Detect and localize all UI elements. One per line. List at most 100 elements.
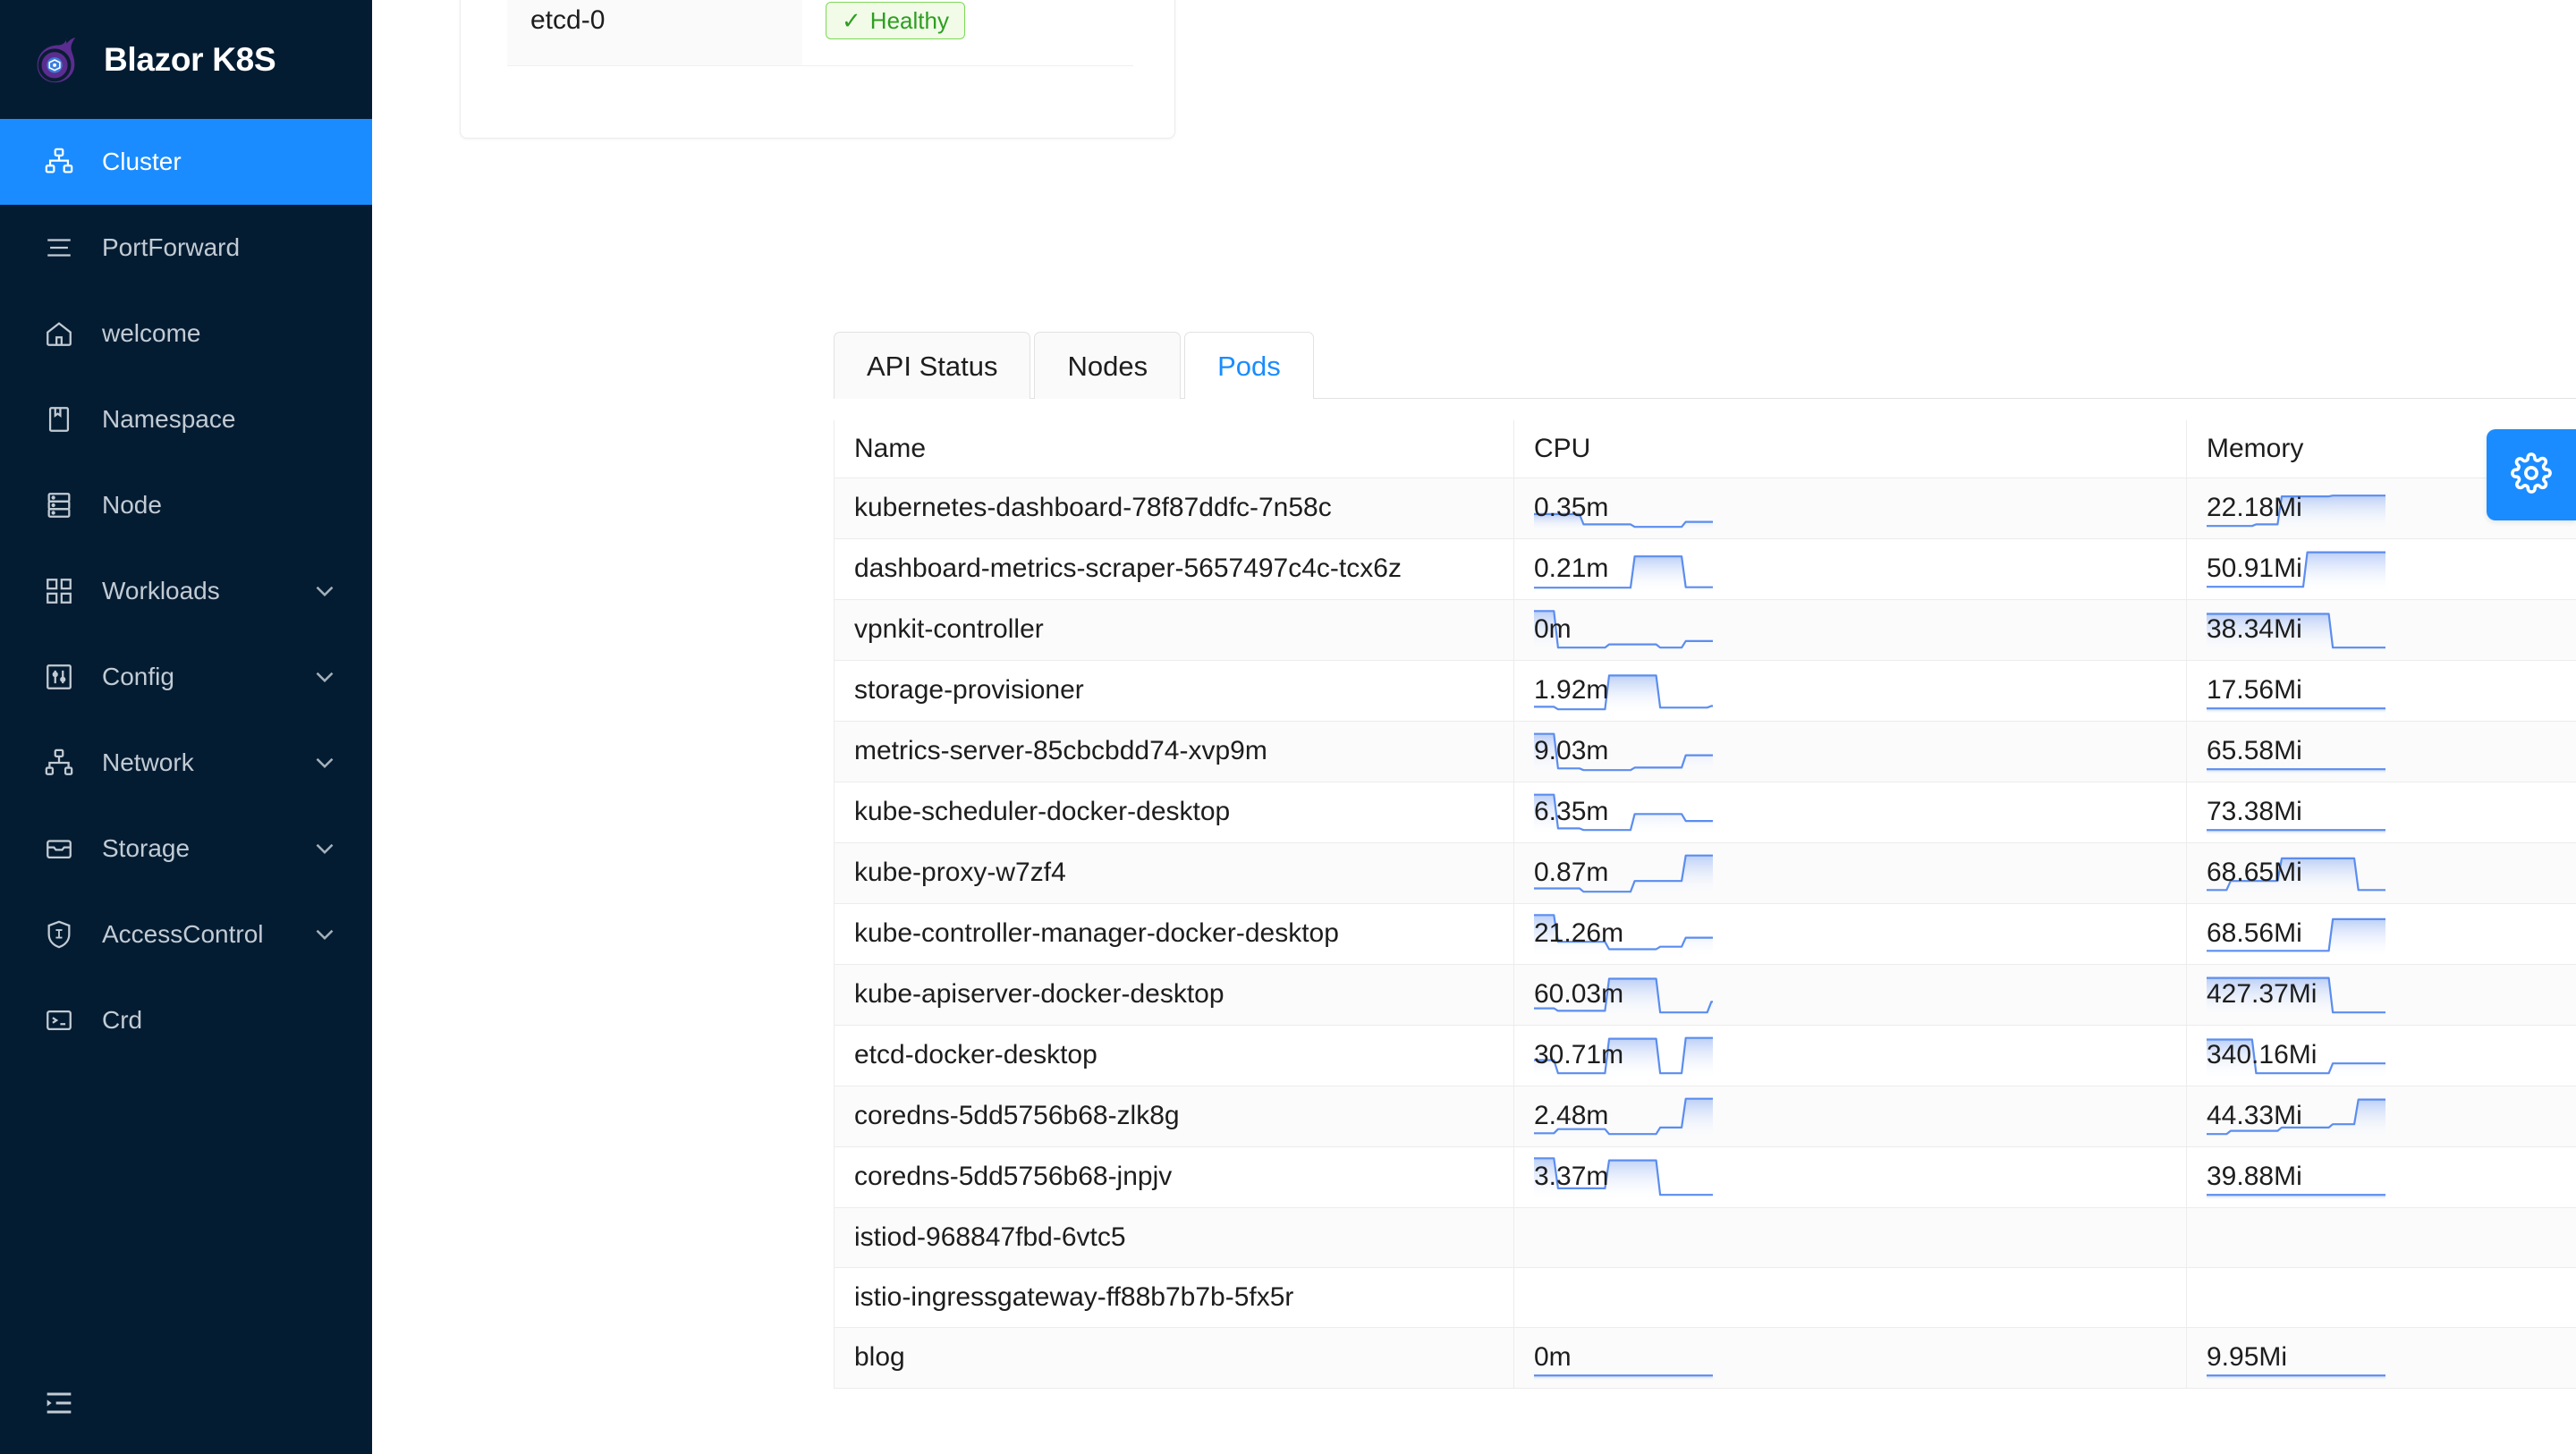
pods-table-head: Name CPU Memory (835, 420, 2576, 478)
pod-name-cell: blog (835, 1327, 1514, 1388)
metric-cell: 39.88Mi (2207, 1147, 2576, 1207)
table-row[interactable]: kubernetes-dashboard-78f87ddfc-7n58c 0.3… (835, 478, 2576, 538)
pod-cpu-cell (1514, 1207, 2187, 1267)
sidebar-item-label: Config (102, 664, 309, 689)
pod-cpu-cell: 60.03m (1514, 964, 2187, 1025)
pod-memory-cell (2187, 1207, 2576, 1267)
metric-value: 1.92m (1534, 675, 1608, 706)
metric-cell: 0m (1534, 600, 2166, 660)
metric-value: 0m (1534, 1342, 1572, 1373)
pod-cpu-cell: 9.03m (1514, 721, 2187, 782)
table-row[interactable]: kube-apiserver-docker-desktop 60.03m 427… (835, 964, 2576, 1025)
sidebar-item-config[interactable]: Config (0, 634, 372, 720)
sidebar-item-cluster[interactable]: Cluster (0, 119, 372, 205)
metric-cell: 65.58Mi (2207, 722, 2576, 782)
metric-cell: 50.91Mi (2207, 539, 2576, 599)
sidebar-item-network[interactable]: Network (0, 720, 372, 806)
inbox-icon (41, 831, 77, 866)
metric-value: 68.65Mi (2207, 858, 2302, 888)
metric-cell: 0.87m (1534, 843, 2166, 903)
pod-cpu-cell: 1.92m (1514, 660, 2187, 721)
metric-cell: 21.26m (1534, 904, 2166, 964)
tab-api-status[interactable]: API Status (834, 332, 1030, 399)
collapse-sidebar-icon[interactable] (41, 1385, 77, 1421)
pod-cpu-cell: 0m (1514, 599, 2187, 660)
port-forward-icon (41, 230, 77, 266)
sidebar-nav: Cluster PortForward welcome (0, 119, 372, 1063)
column-header-name[interactable]: Name (835, 420, 1514, 478)
metric-cell: 17.56Mi (2207, 661, 2576, 721)
table-row[interactable]: kube-proxy-w7zf4 0.87m 68.65Mi (835, 842, 2576, 903)
pods-table-wrapper: Name CPU Memory kubernetes-dashboard-78f… (834, 420, 2576, 1389)
pod-name-cell: kubernetes-dashboard-78f87ddfc-7n58c (835, 478, 1514, 538)
metric-value: 9.95Mi (2207, 1342, 2287, 1373)
settings-fab-button[interactable] (2487, 429, 2576, 520)
sidebar-item-portforward[interactable]: PortForward (0, 205, 372, 291)
pod-name-cell: vpnkit-controller (835, 599, 1514, 660)
pod-name-cell: metrics-server-85cbcbdd74-xvp9m (835, 721, 1514, 782)
chevron-down-icon (309, 748, 340, 778)
metric-cell: 3.37m (1534, 1147, 2166, 1207)
table-row[interactable]: blog 0m 9.95Mi (835, 1327, 2576, 1388)
column-header-cpu[interactable]: CPU (1514, 420, 2187, 478)
pod-cpu-cell: 0.21m (1514, 538, 2187, 599)
table-row[interactable]: storage-provisioner 1.92m 17.56Mi (835, 660, 2576, 721)
sidebar: Blazor K8S Cluster PortForward (0, 0, 372, 1454)
metric-cell: 44.33Mi (2207, 1086, 2576, 1146)
metric-cell: 73.38Mi (2207, 782, 2576, 842)
table-row[interactable]: etcd-docker-desktop 30.71m 340.16Mi (835, 1025, 2576, 1086)
metric-value: 2.48m (1534, 1101, 1608, 1131)
sidebar-item-workloads[interactable]: Workloads (0, 548, 372, 634)
brand-title: Blazor K8S (104, 41, 275, 79)
pod-cpu-cell: 0m (1514, 1327, 2187, 1388)
pod-name-cell: dashboard-metrics-scraper-5657497c4c-tcx… (835, 538, 1514, 599)
table-row[interactable]: istiod-968847fbd-6vtc5 (835, 1207, 2576, 1267)
sidebar-item-node[interactable]: Node (0, 462, 372, 548)
sidebar-item-label: Storage (102, 836, 309, 861)
sidebar-item-label: welcome (102, 321, 340, 346)
pod-memory-cell: 73.38Mi (2187, 782, 2576, 842)
health-component-name: etcd-0 (507, 0, 802, 65)
metric-value: 38.34Mi (2207, 614, 2302, 645)
pod-memory-cell: 44.33Mi (2187, 1086, 2576, 1146)
pod-name-cell: coredns-5dd5756b68-jnpjv (835, 1146, 1514, 1207)
metric-cell: 2.48m (1534, 1086, 2166, 1146)
sidebar-item-namespace[interactable]: Namespace (0, 376, 372, 462)
table-row[interactable]: kube-controller-manager-docker-desktop 2… (835, 903, 2576, 964)
sidebar-item-accesscontrol[interactable]: AccessControl (0, 892, 372, 977)
sidebar-item-label: PortForward (102, 235, 340, 260)
table-header-row: Name CPU Memory (835, 420, 2576, 478)
cluster-health-card: scheduler ✓ Healthy etcd-0 ✓ (460, 0, 1175, 139)
pod-memory-cell: 50.91Mi (2187, 538, 2576, 599)
table-row[interactable]: metrics-server-85cbcbdd74-xvp9m 9.03m 65… (835, 721, 2576, 782)
sidebar-item-label: Workloads (102, 579, 309, 604)
table-row: etcd-0 ✓ Healthy (507, 0, 1133, 65)
network-icon (41, 745, 77, 781)
terminal-icon (41, 1002, 77, 1038)
pod-cpu-cell: 3.37m (1514, 1146, 2187, 1207)
sidebar-item-crd[interactable]: Crd (0, 977, 372, 1063)
sidebar-item-storage[interactable]: Storage (0, 806, 372, 892)
table-row[interactable]: istio-ingressgateway-ff88b7b7b-5fx5r (835, 1267, 2576, 1327)
tab-nodes[interactable]: Nodes (1034, 332, 1181, 399)
status-badge-label: Healthy (870, 9, 949, 32)
pod-name-cell: kube-apiserver-docker-desktop (835, 964, 1514, 1025)
table-row[interactable]: vpnkit-controller 0m 38.34Mi (835, 599, 2576, 660)
table-row[interactable]: kube-scheduler-docker-desktop 6.35m 73.3… (835, 782, 2576, 842)
pod-memory-cell: 39.88Mi (2187, 1146, 2576, 1207)
pod-memory-cell: 68.65Mi (2187, 842, 2576, 903)
chevron-down-icon (309, 662, 340, 692)
sidebar-item-welcome[interactable]: welcome (0, 291, 372, 376)
table-row[interactable]: coredns-5dd5756b68-jnpjv 3.37m 39.88Mi (835, 1146, 2576, 1207)
table-row[interactable]: coredns-5dd5756b68-zlk8g 2.48m 44.33Mi (835, 1086, 2576, 1146)
pod-memory-cell: 38.34Mi (2187, 599, 2576, 660)
sidebar-item-label: Crd (102, 1008, 340, 1033)
pod-cpu-cell: 6.35m (1514, 782, 2187, 842)
metric-cell: 0.21m (1534, 539, 2166, 599)
pod-cpu-cell: 0.35m (1514, 478, 2187, 538)
sliders-icon (41, 659, 77, 695)
cluster-icon (41, 144, 77, 180)
table-row[interactable]: dashboard-metrics-scraper-5657497c4c-tcx… (835, 538, 2576, 599)
tab-pods[interactable]: Pods (1184, 332, 1314, 399)
check-icon: ✓ (842, 9, 861, 32)
